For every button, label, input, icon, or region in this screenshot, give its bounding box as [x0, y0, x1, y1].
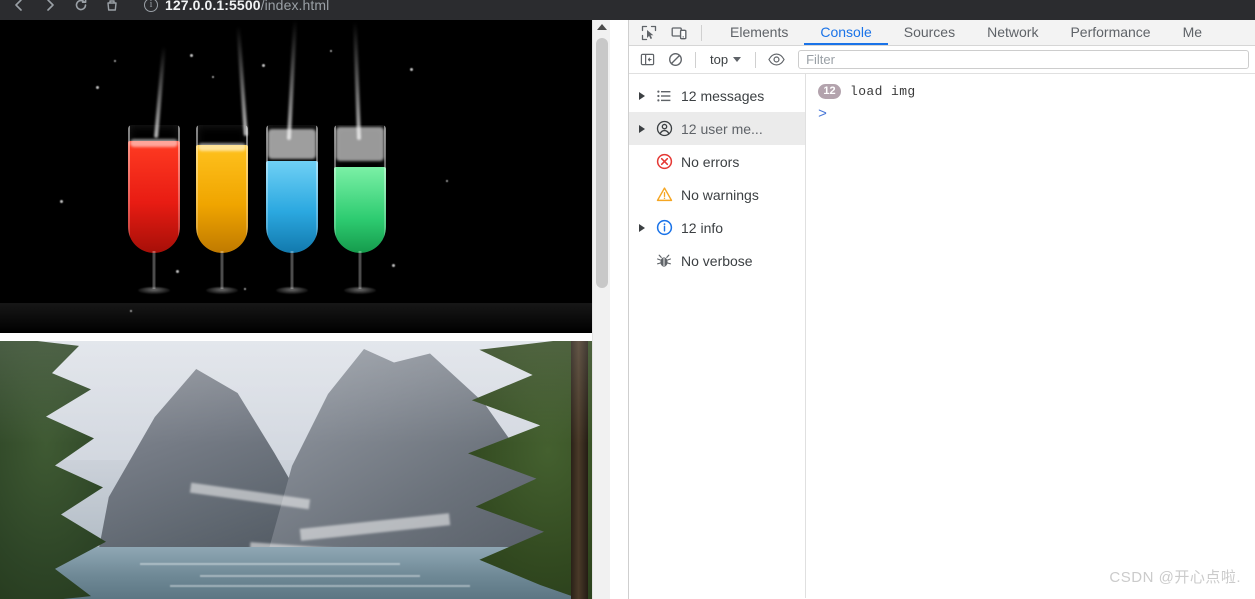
tab-performance[interactable]: Performance [1054, 20, 1166, 45]
prompt-caret-icon: > [818, 105, 828, 123]
console-prompt[interactable]: > [806, 103, 1255, 125]
clear-console-icon[interactable] [663, 49, 687, 71]
list-icon [653, 85, 675, 107]
console-context-value: top [710, 52, 729, 67]
devtools-tabbar: Elements Console Sources Network Perform… [629, 20, 1255, 46]
image-gap [0, 333, 610, 341]
devtools-panel: Elements Console Sources Network Perform… [628, 20, 1255, 599]
tab-console[interactable]: Console [804, 20, 888, 45]
sidebar-item-label: No verbose [681, 252, 753, 269]
tab-memory[interactable]: Me [1167, 20, 1218, 45]
cocktail-glass-orange [196, 125, 248, 305]
error-icon [653, 151, 675, 173]
sidebar-item-label: No warnings [681, 186, 759, 203]
message-count-badge: 12 [818, 83, 841, 99]
sidebar-item-info[interactable]: 12 info [629, 211, 805, 244]
console-toolbar: top [629, 46, 1255, 74]
home-icon[interactable] [103, 0, 121, 14]
page-scrollbar[interactable] [592, 20, 610, 599]
user-icon [653, 118, 675, 140]
expand-triangle-icon[interactable] [637, 223, 647, 232]
cocktail-glass-blue [266, 125, 318, 305]
sidebar-item-label: No errors [681, 153, 740, 170]
device-toolbar-icon[interactable] [667, 22, 691, 44]
viewport-right-edge [610, 20, 628, 599]
tab-elements[interactable]: Elements [714, 20, 804, 45]
console-sidebar-toggle-icon[interactable] [635, 49, 659, 71]
devtools-tabs: Elements Console Sources Network Perform… [714, 20, 1218, 45]
inspect-element-icon[interactable] [637, 22, 661, 44]
sidebar-item-label: 12 messages [681, 87, 765, 104]
url-host: 127.0.0.1:5500 [165, 0, 261, 13]
expand-triangle-icon[interactable] [637, 124, 647, 133]
cocktail-glass-green [334, 125, 386, 305]
sidebar-item-verbose[interactable]: No verbose [629, 244, 805, 277]
screenshot-root: i 127.0.0.1:5500/index.html Elements Con… [0, 0, 1255, 599]
page-content [0, 20, 610, 599]
scroll-up-arrow-icon[interactable] [596, 24, 607, 30]
url-path: /index.html [260, 0, 330, 13]
console-message-row[interactable]: 12 load img [806, 79, 1255, 103]
page-viewport [0, 20, 628, 599]
forward-arrow-icon[interactable] [41, 0, 59, 14]
address-bar[interactable]: i 127.0.0.1:5500/index.html [144, 0, 329, 16]
sidebar-item-label: 12 user me... [681, 120, 763, 137]
console-output[interactable]: 12 load img > [806, 74, 1255, 598]
live-expression-eye-icon[interactable] [764, 49, 788, 71]
console-sidebar: 12 messages 12 user me... No errors No w… [629, 74, 806, 598]
tab-sources[interactable]: Sources [888, 20, 971, 45]
cocktail-glasses-image [0, 20, 610, 333]
tab-network[interactable]: Network [971, 20, 1054, 45]
info-icon [653, 217, 675, 239]
console-context-selector[interactable]: top [704, 50, 747, 70]
console-filter-input[interactable] [798, 50, 1249, 69]
sidebar-item-warnings[interactable]: No warnings [629, 178, 805, 211]
sidebar-item-messages[interactable]: 12 messages [629, 79, 805, 112]
cocktail-glass-red [128, 125, 180, 305]
scrollbar-thumb[interactable] [596, 38, 608, 288]
verbose-bug-icon [653, 250, 675, 272]
sidebar-item-label: 12 info [681, 219, 724, 236]
console-body: 12 messages 12 user me... No errors No w… [629, 74, 1255, 598]
info-circle-icon[interactable]: i [144, 0, 158, 12]
chevron-down-icon [733, 57, 742, 62]
browser-toolbar: i 127.0.0.1:5500/index.html [0, 0, 1255, 20]
expand-triangle-icon[interactable] [637, 91, 647, 100]
warning-icon [653, 184, 675, 206]
back-arrow-icon[interactable] [10, 0, 28, 14]
console-message-text: load img [850, 83, 916, 99]
address-bar-url: 127.0.0.1:5500/index.html [165, 0, 329, 13]
watermark: CSDN @开心点啦. [1109, 569, 1241, 586]
sidebar-item-errors[interactable]: No errors [629, 145, 805, 178]
mountain-lake-image [0, 341, 610, 599]
sidebar-item-user-messages[interactable]: 12 user me... [629, 112, 805, 145]
reload-icon[interactable] [72, 0, 90, 14]
